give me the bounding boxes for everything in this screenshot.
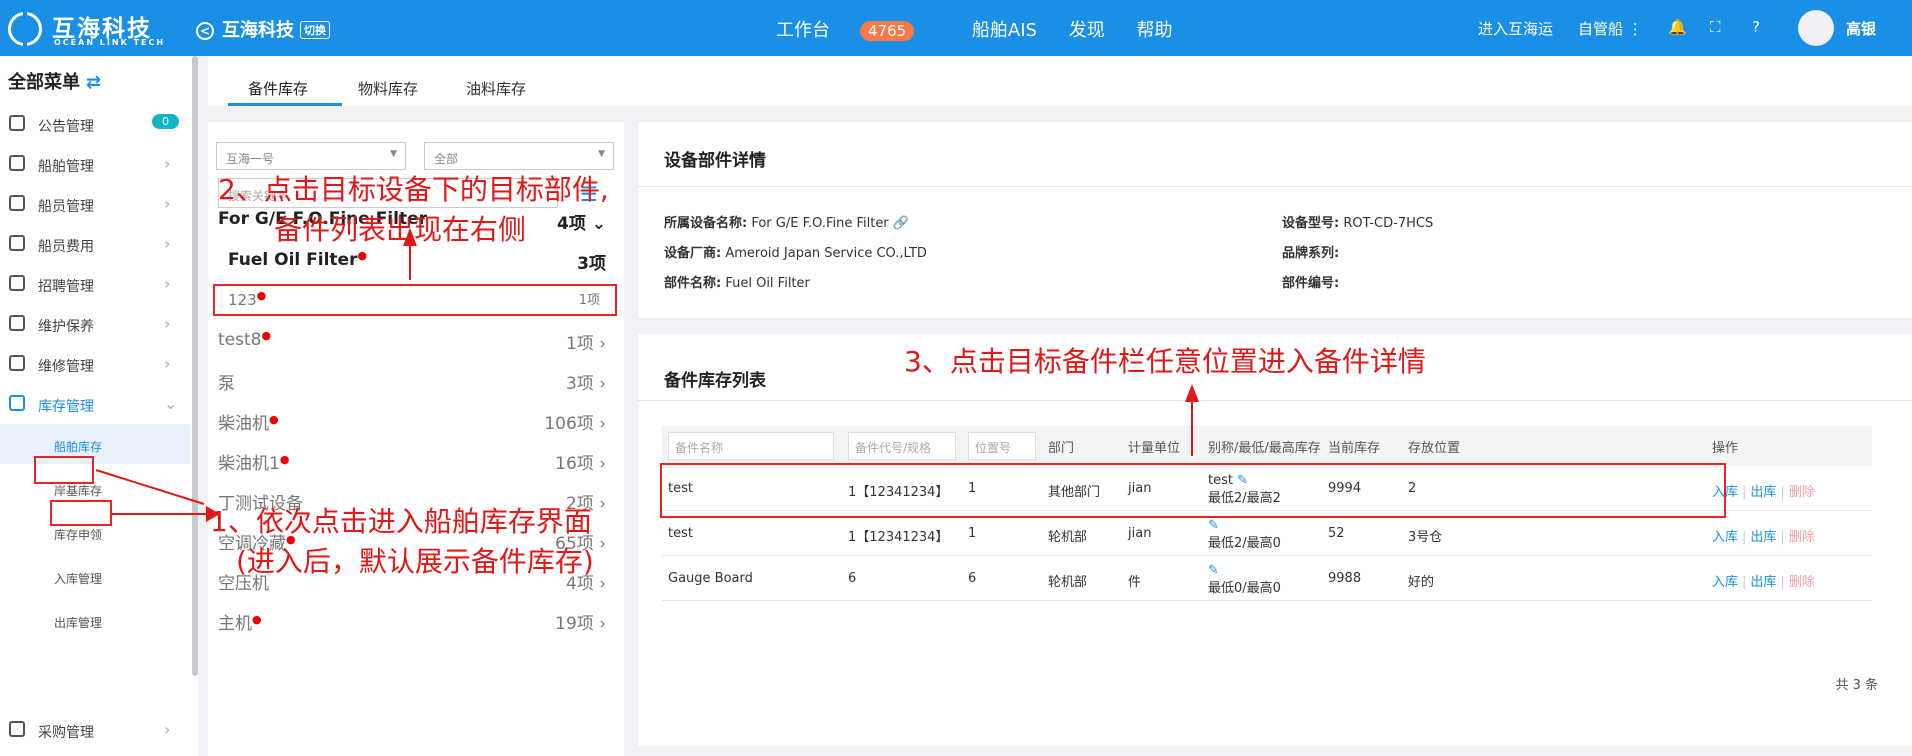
arrow-head	[1185, 384, 1199, 402]
arrow-line	[95, 469, 205, 505]
annotation-step1: 1、依次点击进入船舶库存界面	[210, 505, 592, 538]
annotation-step2-note: 备件列表出现在右侧	[274, 213, 527, 246]
annotation-step3: 3、点击目标备件栏任意位置进入备件详情	[904, 345, 1426, 378]
annotation-step2: 2、点击目标设备下的目标部件,	[218, 173, 609, 206]
annotation-step1-note: (进入后，默认展示备件库存)	[236, 545, 594, 578]
